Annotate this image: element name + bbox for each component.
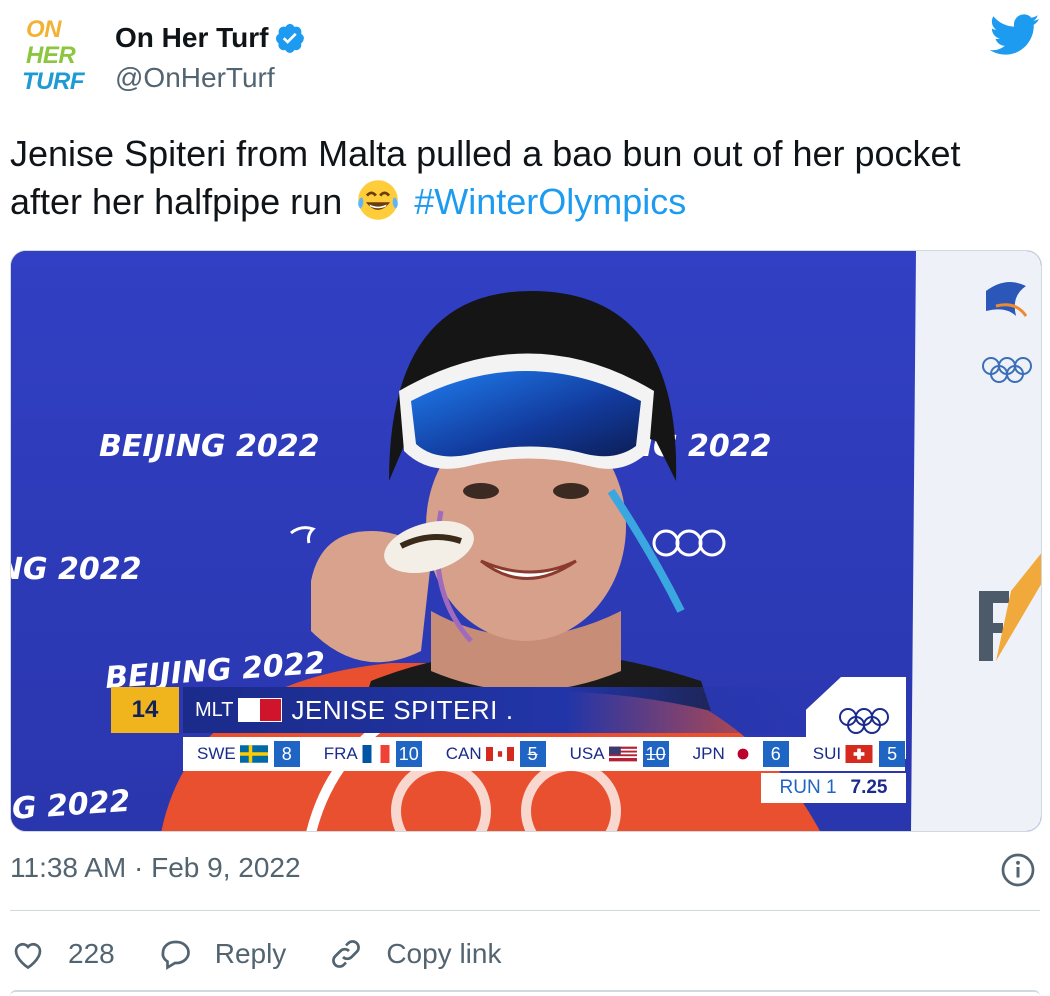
next-card-edge: [10, 990, 1040, 996]
tweet-header: ON HER TURF On Her Turf @OnHerTurf: [0, 0, 1050, 112]
score-usa: USA 10: [570, 741, 669, 767]
action-bar: 228 Reply Copy link: [10, 928, 543, 980]
athlete-name: JENISE SPITERI: [291, 694, 498, 725]
usa-flag-icon: [608, 746, 637, 762]
score-code: SUI: [812, 744, 842, 763]
avatar[interactable]: ON HER TURF: [10, 12, 96, 98]
tweet-text: Jenise Spiteri from Malta pulled a bao b…: [10, 130, 1030, 226]
link-icon: [332, 940, 361, 968]
verified-badge-icon: [276, 24, 305, 53]
score-code: USA: [569, 744, 605, 763]
score-value: 5: [519, 741, 546, 767]
bib-number: 14: [111, 687, 179, 733]
tweet-timestamp[interactable]: 11:38 AM · Feb 9, 2022: [10, 852, 301, 884]
backdrop-text: BEIJING 2022: [99, 429, 320, 464]
copy-link-button[interactable]: Copy link: [328, 936, 501, 972]
handle[interactable]: @OnHerTurf: [115, 62, 275, 94]
athlete-namebar: MLT JENISE SPITERI .: [183, 687, 823, 733]
backdrop-text: BEIJING 2022: [11, 552, 142, 587]
reply-bubble-icon: [161, 940, 190, 970]
score-jpn: JPN 6: [693, 741, 789, 767]
score-code: SWE: [197, 744, 236, 763]
reply-label: Reply: [214, 938, 287, 969]
run-score: 7.25: [850, 777, 888, 798]
score-value: 10: [395, 741, 422, 767]
score-code: FRA: [323, 744, 358, 763]
run-label: RUN 1: [779, 777, 837, 798]
hashtag-link[interactable]: #WinterOlympics: [414, 181, 686, 222]
divider: [10, 910, 1040, 911]
score-value: 6: [762, 741, 789, 767]
japan-flag-icon: [729, 745, 757, 763]
like-count: 228: [68, 938, 115, 969]
score-code: CAN: [445, 744, 482, 763]
avatar-text-her: HER: [26, 42, 76, 69]
score-sui: SUI 5: [812, 741, 906, 767]
score-can: CAN 5: [446, 741, 546, 767]
score-value: 5: [879, 741, 906, 767]
face-with-tears-of-joy-icon: [358, 180, 399, 220]
name-row: On Her Turf: [115, 22, 306, 54]
info-icon[interactable]: [1000, 852, 1036, 888]
heart-icon: [14, 942, 42, 970]
reply-button[interactable]: Reply: [157, 936, 287, 972]
sweden-flag-icon: [239, 745, 268, 763]
like-button[interactable]: 228: [10, 936, 115, 972]
score-value: 8: [273, 741, 300, 767]
malta-flag-icon: [237, 698, 282, 722]
score-swe: SWE 8: [197, 741, 300, 767]
country-code: MLT: [195, 698, 234, 721]
judge-scores: SWE 8 FRA 10 CAN 5 USA 10 JPN 6 SUI 5: [183, 737, 906, 771]
run-score-box: RUN 1 7.25: [761, 773, 906, 803]
copy-link-label: Copy link: [386, 938, 502, 969]
tweet-photo[interactable]: BEIJING 2022 BEIJING 2022 BEIJING 2022 B…: [10, 250, 1042, 832]
canada-flag-icon: [485, 747, 514, 761]
broadcast-overlay: 14 MLT JENISE SPITERI . SWE 8 FRA 10 CAN…: [111, 677, 906, 805]
avatar-text-turf: TURF: [22, 68, 84, 95]
score-fra: FRA 10: [324, 741, 422, 767]
france-flag-icon: [362, 745, 390, 763]
display-name[interactable]: On Her Turf: [115, 22, 268, 54]
score-value: 10: [642, 741, 669, 767]
avatar-text-on: ON: [26, 16, 62, 43]
switzerland-flag-icon: [845, 745, 873, 763]
twitter-bird-icon[interactable]: [990, 14, 1040, 56]
athlete-name-suffix: .: [505, 694, 514, 725]
score-code: JPN: [692, 744, 725, 763]
